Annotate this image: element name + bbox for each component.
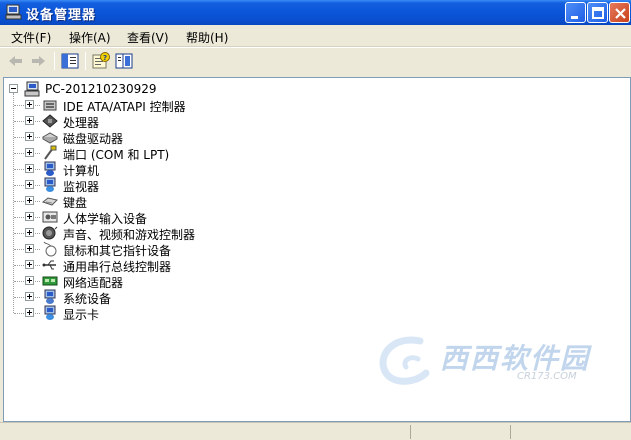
maximize-icon xyxy=(592,7,604,19)
watermark-logo: 西西软件园 CR173.COM xyxy=(372,333,622,393)
system-device-icon xyxy=(44,289,56,304)
menu-help[interactable]: 帮助(H) xyxy=(186,29,228,46)
status-pane xyxy=(410,425,510,439)
watermark-swirl-icon xyxy=(379,336,430,385)
tree-node[interactable]: 鼠标和其它指针设备 xyxy=(42,241,442,258)
menu-file[interactable]: 文件(F) xyxy=(11,29,51,46)
port-icon xyxy=(44,145,57,160)
close-icon xyxy=(615,8,626,19)
mouse-icon xyxy=(43,241,57,257)
expand-toggle[interactable] xyxy=(25,244,34,253)
watermark-subtext: CR173.COM xyxy=(517,371,577,382)
expand-toggle[interactable] xyxy=(25,212,34,221)
tree-node[interactable]: 网络适配器 xyxy=(42,273,442,290)
menu-view[interactable]: 查看(V) xyxy=(127,29,169,46)
tree-root[interactable]: PC-201210230929 xyxy=(24,81,424,97)
tree-node[interactable]: 计算机 xyxy=(42,161,442,178)
network-adapter-icon xyxy=(42,276,58,286)
sound-icon xyxy=(42,226,58,240)
display-adapter-icon xyxy=(44,305,56,320)
toolbar-separator xyxy=(85,52,86,70)
computer-icon xyxy=(24,81,40,97)
root-collapse-toggle[interactable] xyxy=(9,84,18,93)
computer-icon xyxy=(44,161,56,176)
menu-action[interactable]: 操作(A) xyxy=(69,29,111,46)
device-manager-icon xyxy=(5,4,22,20)
monitor-icon xyxy=(44,177,56,192)
tree-node[interactable]: 端口 (COM 和 LPT) xyxy=(42,145,442,162)
tree-node[interactable]: 人体学输入设备 xyxy=(42,209,442,226)
show-hide-tree-icon[interactable] xyxy=(60,52,80,70)
tree-node[interactable]: 显示卡 xyxy=(42,305,442,322)
expand-toggle[interactable] xyxy=(25,180,34,189)
close-button[interactable] xyxy=(609,2,630,23)
expand-toggle[interactable] xyxy=(25,276,34,285)
maximize-button[interactable] xyxy=(587,2,608,23)
expand-toggle[interactable] xyxy=(25,116,34,125)
expand-toggle[interactable] xyxy=(25,132,34,141)
forward-arrow-icon[interactable] xyxy=(28,52,48,70)
keyboard-icon xyxy=(42,197,58,206)
tree-node[interactable]: 通用串行总线控制器 xyxy=(42,257,442,274)
back-arrow-icon[interactable] xyxy=(6,52,26,70)
tree-root-label: PC-201210230929 xyxy=(45,82,157,96)
expand-toggle[interactable] xyxy=(25,228,34,237)
tree-node[interactable]: IDE ATA/ATAPI 控制器 xyxy=(42,97,442,114)
disk-drive-icon xyxy=(42,132,58,144)
status-bar xyxy=(0,422,631,440)
tree-node-label: 显示卡 xyxy=(63,308,100,322)
expand-toggle[interactable] xyxy=(25,164,34,173)
toolbar: ? xyxy=(0,47,631,74)
tree-node[interactable]: 声音、视频和游戏控制器 xyxy=(42,225,442,242)
expand-toggle[interactable] xyxy=(25,260,34,269)
menu-bar: 文件(F) 操作(A) 查看(V) 帮助(H) xyxy=(0,25,631,47)
expand-toggle[interactable] xyxy=(25,196,34,205)
action-pane-icon[interactable] xyxy=(114,52,134,70)
toolbar-separator xyxy=(54,52,55,70)
tree-node[interactable]: 处理器 xyxy=(42,113,442,130)
expand-toggle[interactable] xyxy=(25,292,34,301)
tree-node[interactable]: 磁盘驱动器 xyxy=(42,129,442,146)
tree-node[interactable]: 监视器 xyxy=(42,177,442,194)
ide-controller-icon xyxy=(43,100,57,111)
svg-text:?: ? xyxy=(103,54,107,62)
minimize-button[interactable] xyxy=(565,2,586,23)
hid-icon xyxy=(42,211,58,223)
properties-help-icon[interactable]: ? xyxy=(91,52,111,70)
expand-toggle[interactable] xyxy=(25,100,34,109)
tree-node[interactable]: 键盘 xyxy=(42,193,442,210)
processor-icon xyxy=(42,114,58,128)
window-title: 设备管理器 xyxy=(26,8,97,23)
title-bar[interactable]: 设备管理器 xyxy=(0,0,631,25)
expand-toggle[interactable] xyxy=(25,148,34,157)
expand-toggle[interactable] xyxy=(25,308,34,317)
tree-guide-line xyxy=(13,93,14,313)
minimize-icon xyxy=(571,16,578,19)
tree-node[interactable]: 系统设备 xyxy=(42,289,442,306)
usb-icon xyxy=(42,260,56,270)
status-pane xyxy=(510,425,631,439)
